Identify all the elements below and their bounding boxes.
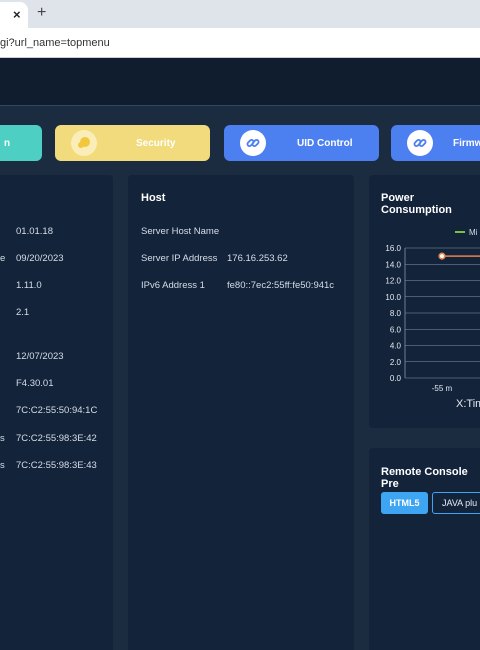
y-tick-label: 12.0 [385, 277, 401, 286]
browser-tab-strip: × + [0, 0, 480, 28]
server-ip-label: Server IP Address [141, 253, 218, 264]
ipv6-label: IPv6 Address 1 [141, 280, 205, 291]
firmware-build-date-value: 12/07/2023 [16, 351, 64, 362]
x-axis-label: X:Tim [456, 398, 480, 410]
html5-console-button[interactable]: HTML5 [381, 492, 428, 514]
y-tick-label: 14.0 [385, 260, 401, 269]
version-value: 1.11.0 [16, 280, 42, 291]
address-bar[interactable]: gi?url_name=topmenu [0, 28, 480, 58]
new-tab-icon[interactable]: + [37, 4, 46, 22]
x-tick-label: -55 m [432, 384, 453, 393]
y-tick-label: 16.0 [385, 244, 401, 253]
uid-control-button-label: UID Control [297, 137, 353, 149]
y-tick-label: 10.0 [385, 293, 401, 302]
power-consumption-chart: Mi 16.0 14.0 12.0 10.0 8.0 6.0 4.0 2.0 0.0 -55 mX:… [385, 228, 480, 410]
security-button[interactable]: Security [55, 125, 210, 161]
bios-version-value: 01.01.18 [16, 226, 53, 237]
java-plugin-console-button[interactable]: JAVA plu [432, 492, 480, 514]
host-title: Host [141, 192, 166, 204]
revision-value: 2.1 [16, 307, 30, 318]
uid-control-button[interactable]: UID Control [224, 125, 379, 161]
label-tail: s [0, 433, 5, 444]
firmware-version-value: F4.30.01 [16, 378, 54, 389]
y-tick-label: 0.0 [390, 374, 402, 383]
host-card [128, 175, 354, 650]
ipv6-value: fe80::7ec2:55ff:fe50:941c [227, 280, 335, 291]
y-tick-label: 2.0 [390, 358, 402, 367]
firmware-button-label: Firmw [453, 137, 480, 149]
mac-address-3-value: 7C:C2:55:98:3E:43 [16, 460, 97, 471]
label-tail: e [0, 253, 6, 264]
data-point [438, 252, 446, 260]
quick-button-partial[interactable]: n [0, 125, 42, 161]
bios-build-date-value: 09/20/2023 [16, 253, 64, 264]
server-host-name-label: Server Host Name [141, 226, 220, 237]
y-tick-label: 4.0 [390, 342, 402, 351]
legend-label: Mi [469, 228, 478, 237]
link-icon [407, 130, 433, 156]
quick-button-partial-label: n [4, 137, 11, 149]
y-tick-label: 8.0 [390, 309, 402, 318]
security-icon [71, 130, 97, 156]
server-ip-value: 176.16.253.62 [227, 253, 288, 264]
y-tick-label: 6.0 [390, 325, 402, 334]
security-button-label: Security [136, 137, 176, 149]
remote-console-title: Remote Console Pre [381, 466, 468, 490]
link-icon [240, 130, 266, 156]
label-tail: s [0, 460, 5, 471]
url-text[interactable]: gi?url_name=topmenu [0, 37, 110, 49]
power-consumption-title: Power Consumption [381, 192, 452, 216]
browser-tab[interactable]: × [0, 2, 28, 28]
close-tab-icon[interactable]: × [13, 7, 21, 23]
mac-address-2-value: 7C:C2:55:98:3E:42 [16, 433, 97, 444]
mac-address-value: 7C:C2:55:50:94:1C [16, 405, 98, 416]
app-header [0, 58, 480, 106]
firmware-button[interactable]: Firmw [391, 125, 480, 161]
